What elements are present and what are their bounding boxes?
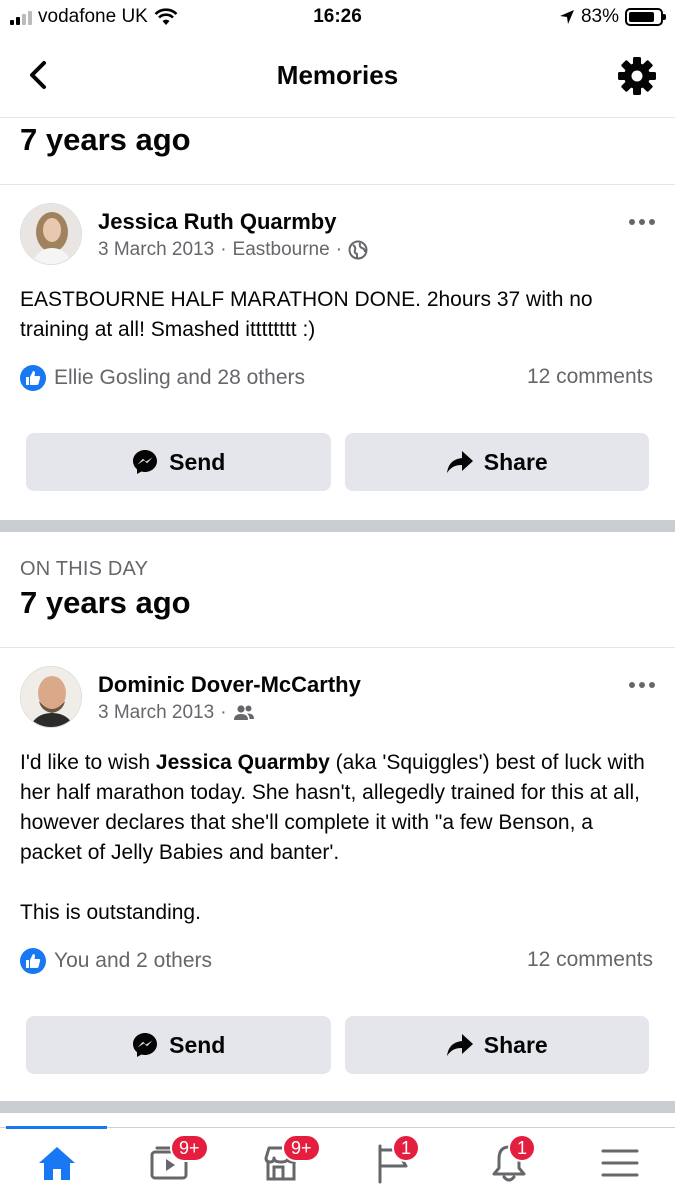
location-arrow-icon <box>559 10 574 24</box>
tab-home[interactable] <box>6 1128 106 1200</box>
likes-count: You and 2 others <box>54 949 213 972</box>
tab-notifications[interactable]: 1 <box>458 1128 558 1200</box>
battery-percent: 83% <box>580 6 619 27</box>
tab-menu[interactable] <box>569 1128 669 1200</box>
section-heading: 7 years ago <box>20 122 191 157</box>
nav-bar: Memories <box>0 36 675 118</box>
avatar[interactable] <box>20 203 82 265</box>
post-location[interactable]: Eastbourne <box>233 239 330 261</box>
post-stats: You and 2 others 12 comments <box>0 948 675 988</box>
messenger-icon <box>133 1033 158 1057</box>
post-text-last: This is outstanding. <box>20 901 201 924</box>
bottom-tab-bar: 9+ 9+ 1 1 <box>0 1126 675 1200</box>
comments-count[interactable]: 12 comments <box>527 365 653 389</box>
post-date[interactable]: 3 March 2013 <box>98 239 214 261</box>
send-label: Send <box>169 1031 226 1058</box>
post-stats: Ellie Gosling and 28 others 12 comments <box>0 365 675 405</box>
notification-badge: 1 <box>392 1134 421 1162</box>
reactions-summary[interactable]: Ellie Gosling and 28 others <box>20 365 305 391</box>
hamburger-menu-icon <box>601 1149 639 1177</box>
notification-badge: 9+ <box>282 1134 321 1162</box>
share-arrow-icon <box>446 1034 473 1056</box>
home-icon <box>39 1147 75 1180</box>
post-meta: 3 March 2013 · Eastbourne · <box>98 239 368 261</box>
section-divider <box>0 520 675 532</box>
battery-fill <box>629 12 654 22</box>
comments-count[interactable]: 12 comments <box>527 948 653 972</box>
likes-count: Ellie Gosling and 28 others <box>54 366 305 389</box>
post-actions: Send Share <box>0 1016 675 1074</box>
tab-marketplace[interactable]: 9+ <box>230 1128 330 1200</box>
section-heading: 7 years ago <box>20 585 191 620</box>
post-meta: 3 March 2013 · <box>98 702 255 724</box>
gear-icon[interactable] <box>617 56 657 96</box>
post-date[interactable]: 3 March 2013 <box>98 702 214 724</box>
post-actions: Send Share <box>0 433 675 491</box>
more-options-icon[interactable] <box>629 682 655 688</box>
share-label: Share <box>483 1031 548 1058</box>
share-arrow-icon <box>446 451 473 473</box>
friends-icon <box>233 705 254 720</box>
section-divider <box>0 1101 675 1113</box>
send-label: Send <box>169 448 226 475</box>
section-eyebrow: ON THIS DAY <box>20 558 149 580</box>
battery-icon <box>625 8 666 26</box>
share-button[interactable]: Share <box>344 433 649 491</box>
send-button[interactable]: Send <box>26 1016 331 1074</box>
section-header: ON THIS DAY 7 years ago <box>0 558 675 621</box>
post-author[interactable]: Dominic Dover-McCarthy <box>98 672 361 698</box>
page-title: Memories <box>276 60 399 90</box>
more-options-icon[interactable] <box>629 219 655 225</box>
send-button[interactable]: Send <box>26 433 331 491</box>
reactions-summary[interactable]: You and 2 others <box>20 948 212 974</box>
post-author[interactable]: Jessica Ruth Quarmby <box>98 209 336 235</box>
mention-link[interactable]: Jessica Quarmby <box>156 751 330 774</box>
post-text: EASTBOURNE HALF MARATHON DONE. 2hours 37… <box>20 288 593 341</box>
avatar[interactable] <box>20 666 82 728</box>
tab-watch[interactable]: 9+ <box>118 1128 218 1200</box>
memory-post: Dominic Dover-McCarthy 3 March 2013 · I'… <box>0 647 675 1101</box>
post-header: Dominic Dover-McCarthy 3 March 2013 · <box>0 648 675 728</box>
status-bar: vodafone UK 16:26 83% <box>0 0 675 36</box>
notification-badge: 1 <box>508 1134 537 1162</box>
share-button[interactable]: Share <box>344 1016 649 1074</box>
post-header: Jessica Ruth Quarmby 3 March 2013 · East… <box>0 185 675 265</box>
memory-post: Jessica Ruth Quarmby 3 March 2013 · East… <box>0 184 675 520</box>
notification-badge: 9+ <box>170 1134 209 1162</box>
share-label: Share <box>483 448 548 475</box>
tab-pages[interactable]: 1 <box>342 1128 442 1200</box>
post-text-start: I'd like to wish <box>20 751 156 774</box>
post-text: I'd like to wish Jessica Quarmby (aka 'S… <box>0 748 675 868</box>
like-icon <box>20 365 46 391</box>
status-right: 83% <box>559 6 666 28</box>
globe-icon <box>348 240 368 260</box>
like-icon <box>20 948 46 974</box>
messenger-icon <box>133 450 158 474</box>
section-header: 7 years ago <box>0 122 675 158</box>
